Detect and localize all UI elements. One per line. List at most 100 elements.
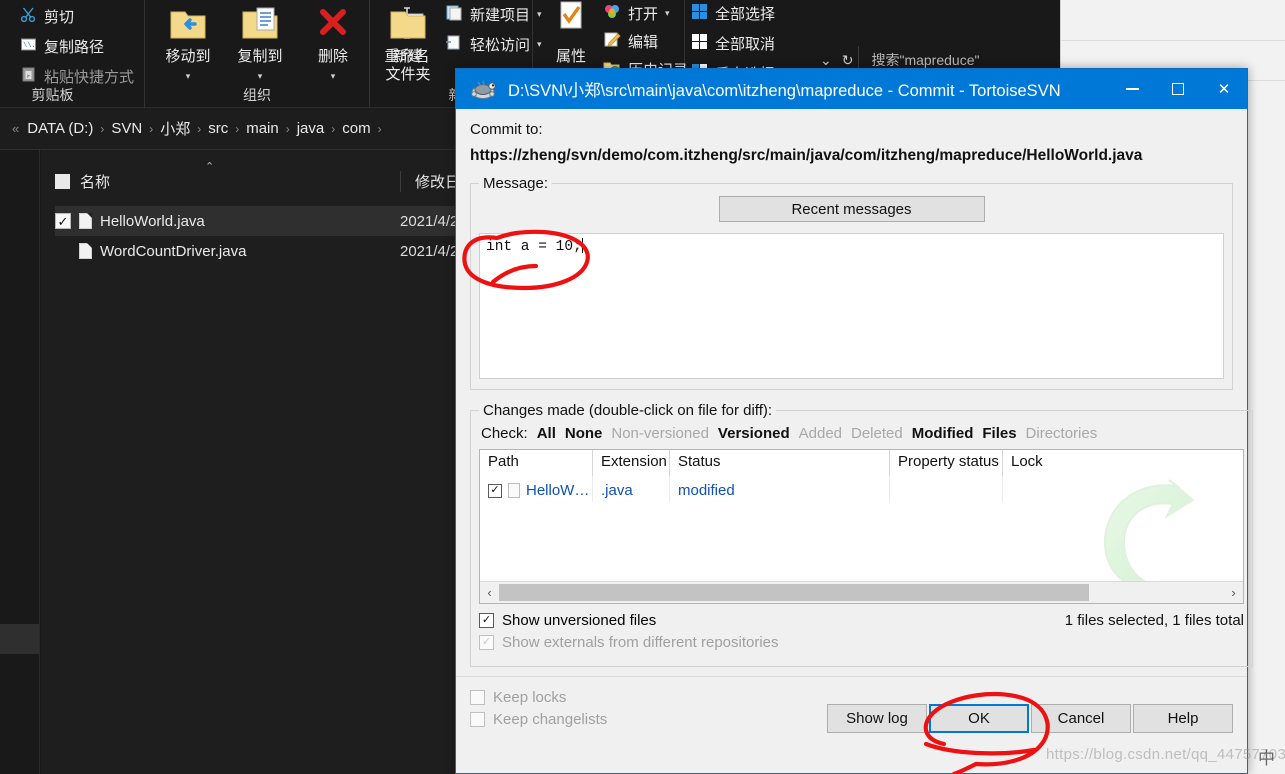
show-unversioned-option[interactable]: ✓ Show unversioned files xyxy=(479,612,779,629)
commit-message-input[interactable]: int a = 10; xyxy=(479,233,1224,379)
changes-table-row[interactable]: ✓ HelloW… .java modified xyxy=(480,476,1243,502)
nav-selected-item[interactable] xyxy=(0,624,39,654)
ribbon-group-clipboard: 剪切 \\.. 复制路径 粘贴快捷方式 剪贴板 xyxy=(0,0,145,108)
cell-path: ✓ HelloW… xyxy=(480,476,593,502)
column-header-property-status[interactable]: Property status xyxy=(890,450,1003,476)
properties-icon xyxy=(538,0,604,46)
show-externals-option: ✓ Show externals from different reposito… xyxy=(479,634,779,651)
chevron-down-icon: ▾ xyxy=(186,71,191,81)
message-group: Message: Recent messages int a = 10; xyxy=(470,175,1233,390)
breadcrumb-item-2[interactable]: 小郑 xyxy=(156,118,194,139)
show-unversioned-label: Show unversioned files xyxy=(502,612,656,629)
dialog-title-bar[interactable]: D:\SVN\小郑\src\main\java\com\itzheng\mapr… xyxy=(456,69,1247,109)
breadcrumb-overflow[interactable]: « xyxy=(8,121,23,136)
breadcrumb-item-0[interactable]: DATA (D:) xyxy=(23,120,97,137)
changes-table[interactable]: Path Extension Status Property status Lo… xyxy=(479,449,1244,604)
file-row-checkbox[interactable]: ✓ xyxy=(55,213,71,229)
check-link-versioned[interactable]: Versioned xyxy=(718,425,790,442)
breadcrumb-item-1[interactable]: SVN xyxy=(107,120,146,137)
ribbon-command-delete[interactable]: 删除 ▾ xyxy=(300,4,366,83)
check-link-files[interactable]: Files xyxy=(982,425,1016,442)
divider xyxy=(456,676,1247,677)
minimize-button[interactable] xyxy=(1109,69,1155,109)
file-icon xyxy=(79,243,92,259)
file-row-name-cell: WordCountDriver.java xyxy=(55,243,246,260)
ribbon-command-label: 移动到 xyxy=(155,48,221,66)
help-button[interactable]: Help xyxy=(1133,704,1233,733)
changes-legend: Changes made (double-click on file for d… xyxy=(479,402,776,419)
ribbon-command-label: 轻松访问 xyxy=(470,34,530,55)
cell-lock xyxy=(1003,476,1243,502)
ribbon-command-open[interactable]: 打开 ▾ xyxy=(603,3,670,24)
column-header-path[interactable]: Path xyxy=(480,450,593,476)
ribbon-group-label: 组织 xyxy=(145,85,369,105)
commit-url: https://zheng/svn/demo/com.itzheng/src/m… xyxy=(470,147,1233,165)
ribbon-command-cut[interactable]: 剪切 xyxy=(20,6,74,27)
horizontal-scrollbar[interactable]: ‹ › xyxy=(480,581,1243,603)
text-caret xyxy=(582,238,583,253)
ribbon-command-copy-to[interactable]: 复制到 ▾ xyxy=(227,4,293,83)
file-date: 2021/4/2 xyxy=(400,243,458,260)
copy-path-icon: \\.. xyxy=(20,36,37,57)
breadcrumb-separator-icon: › xyxy=(97,122,107,136)
ribbon-command-select-none[interactable]: 全部取消 xyxy=(691,33,775,54)
ok-button[interactable]: OK xyxy=(929,704,1029,733)
select-all-checkbox[interactable] xyxy=(55,174,70,189)
column-header-lock[interactable]: Lock xyxy=(1003,450,1243,476)
keep-locks-label: Keep locks xyxy=(493,689,566,706)
cancel-button[interactable]: Cancel xyxy=(1031,704,1131,733)
ribbon-command-new-item[interactable]: 新建项目 ▾ xyxy=(445,4,542,25)
window-controls: ✕ xyxy=(1109,69,1247,109)
row-checkbox[interactable]: ✓ xyxy=(488,484,502,498)
chevron-down-icon: ▾ xyxy=(331,71,336,81)
file-icon xyxy=(508,483,520,498)
breadcrumb-separator-icon: › xyxy=(375,122,385,136)
edit-icon xyxy=(603,31,621,52)
changes-group: Changes made (double-click on file for d… xyxy=(470,402,1253,667)
commit-message-text: int a = 10; xyxy=(486,239,582,255)
column-header-name[interactable]: 名称 xyxy=(55,171,110,192)
tortoisesvn-icon xyxy=(468,77,498,101)
keep-locks-option: Keep locks xyxy=(470,689,607,706)
navigation-pane[interactable] xyxy=(0,150,40,774)
file-row-checkbox[interactable] xyxy=(55,243,71,259)
maximize-button[interactable] xyxy=(1155,69,1201,109)
search-placeholder: 搜索"mapreduce" xyxy=(871,50,979,70)
commit-dialog: D:\SVN\小郑\src\main\java\com\itzheng\mapr… xyxy=(455,68,1248,774)
file-icon xyxy=(79,213,92,229)
ribbon-command-paste-shortcut[interactable]: 粘贴快捷方式 xyxy=(20,66,134,87)
ribbon-command-new-folder[interactable]: 新建 文件夹 xyxy=(375,4,441,84)
check-link-all[interactable]: All xyxy=(537,425,556,442)
ribbon-command-move-to[interactable]: 移动到 ▾ xyxy=(155,4,221,83)
breadcrumb-item-4[interactable]: main xyxy=(242,120,283,137)
chevron-left-icon[interactable]: ‹ xyxy=(480,585,499,600)
check-link-modified[interactable]: Modified xyxy=(912,425,974,442)
chevron-down-icon: ▾ xyxy=(258,71,263,81)
ribbon-command-label: 新建项目 xyxy=(470,4,530,25)
ribbon-command-select-all[interactable]: 全部选择 xyxy=(691,3,775,24)
check-link-added: Added xyxy=(799,425,842,442)
chevron-down-icon[interactable]: ⌄ xyxy=(815,52,837,69)
watermark-cn: 中 xyxy=(1258,744,1275,769)
ribbon-command-label-line2: 文件夹 xyxy=(375,66,441,84)
breadcrumb-item-3[interactable]: src xyxy=(204,120,232,137)
svg-text:\\..: \\.. xyxy=(23,42,37,50)
column-header-status[interactable]: Status xyxy=(670,450,890,476)
ribbon-command-edit[interactable]: 编辑 xyxy=(603,31,658,52)
ribbon-command-copy-path[interactable]: \\.. 复制路径 xyxy=(20,36,104,57)
check-link-none[interactable]: None xyxy=(565,425,603,442)
recent-messages-button[interactable]: Recent messages xyxy=(719,196,985,222)
column-header-extension[interactable]: Extension xyxy=(593,450,670,476)
breadcrumb-item-6[interactable]: com xyxy=(338,120,374,137)
breadcrumb-separator-icon: › xyxy=(232,122,242,136)
ribbon-command-easy-access[interactable]: 轻松访问 ▾ xyxy=(445,34,542,55)
scrollbar-track[interactable] xyxy=(499,584,1224,601)
breadcrumb-item-5[interactable]: java xyxy=(293,120,329,137)
show-log-button[interactable]: Show log xyxy=(827,704,927,733)
refresh-icon[interactable]: ↻ xyxy=(837,52,859,69)
scrollbar-thumb[interactable] xyxy=(499,584,1089,601)
show-unversioned-checkbox[interactable]: ✓ xyxy=(479,613,494,628)
chevron-right-icon[interactable]: › xyxy=(1224,585,1243,600)
check-link-directories: Directories xyxy=(1026,425,1098,442)
close-button[interactable]: ✕ xyxy=(1201,69,1247,109)
